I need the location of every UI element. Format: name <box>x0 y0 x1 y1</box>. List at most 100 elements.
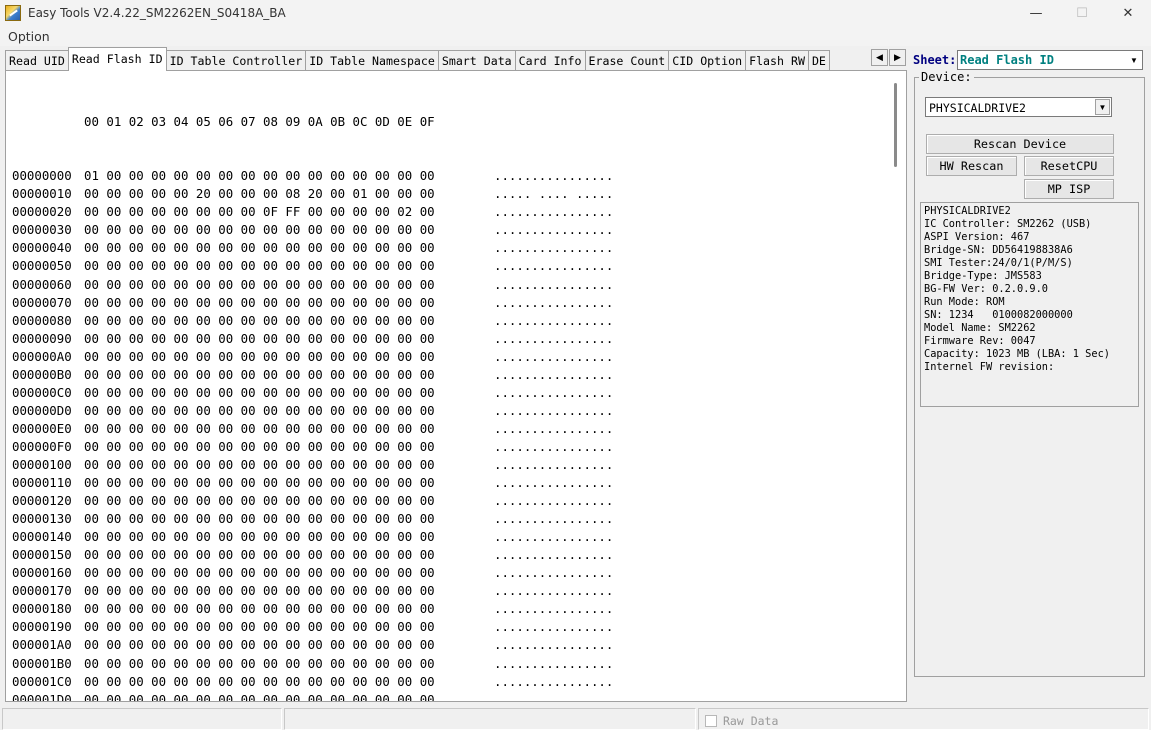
hex-bytes: 00 00 00 00 00 00 00 00 00 00 00 00 00 0… <box>84 438 435 454</box>
close-button[interactable]: ✕ <box>1105 0 1151 26</box>
hex-bytes: 00 00 00 00 00 20 00 00 00 08 20 00 01 0… <box>84 186 435 202</box>
hex-ascii: ................ <box>494 294 614 310</box>
hex-bytes: 00 00 00 00 00 00 00 00 00 00 00 00 00 0… <box>84 420 435 436</box>
hex-bytes: 00 00 00 00 00 00 00 00 00 00 00 00 00 0… <box>84 493 435 509</box>
hex-bytes: 00 00 00 00 00 00 00 00 00 00 00 00 00 0… <box>84 691 435 702</box>
device-info-line: Bridge-SN: DD564198838A6 <box>924 244 1073 256</box>
hex-offset: 00000170 <box>12 583 72 599</box>
reset-cpu-button[interactable]: ResetCPU <box>1024 156 1114 176</box>
device-select[interactable]: PHYSICALDRIVE2 ▼ <box>925 97 1112 117</box>
hex-bytes: 00 00 00 00 00 00 00 00 00 00 00 00 00 0… <box>84 240 435 256</box>
hex-row: 00000050 00 00 00 00 00 00 00 00 00 00 00… <box>12 257 886 275</box>
hex-bytes: 00 00 00 00 00 00 00 00 00 00 00 00 00 0… <box>84 294 435 310</box>
hex-offset: 000000D0 <box>12 402 72 418</box>
hex-offset: 000000F0 <box>12 438 72 454</box>
hex-row: 000000A0 00 00 00 00 00 00 00 00 00 00 00… <box>12 348 886 366</box>
hex-view[interactable]: 00 01 02 03 04 05 06 07 08 09 0A 0B 0C 0… <box>6 71 886 701</box>
sheet-select[interactable]: Read Flash ID ▼ <box>957 50 1143 70</box>
device-legend: Device: <box>919 70 974 84</box>
raw-data-label: Raw Data <box>723 714 779 728</box>
mp-isp-button[interactable]: MP ISP <box>1024 179 1114 199</box>
hex-ascii: ................ <box>494 276 614 292</box>
device-info-line: BG-FW Ver: 0.2.0.9.0 <box>924 283 1048 295</box>
hex-offset: 00000130 <box>12 511 72 527</box>
hex-ascii: ................ <box>494 222 614 238</box>
hex-bytes: 00 00 00 00 00 00 00 00 00 00 00 00 00 0… <box>84 511 435 527</box>
device-info-box: PHYSICALDRIVE2 IC Controller: SM2262 (USB… <box>920 202 1139 407</box>
device-info-line: PHYSICALDRIVE2 <box>924 205 1011 217</box>
hex-row: 000000C0 00 00 00 00 00 00 00 00 00 00 00… <box>12 384 886 402</box>
hex-ascii: ................ <box>494 529 614 545</box>
device-info-line: Run Mode: ROM <box>924 296 1005 308</box>
hex-offset: 00000150 <box>12 547 72 563</box>
raw-data-checkbox[interactable] <box>705 715 717 727</box>
device-info-line: SN: 1234 0100082000000 <box>924 309 1073 321</box>
tab-read-uid[interactable]: Read UID <box>5 50 69 71</box>
hex-row: 00000040 00 00 00 00 00 00 00 00 00 00 00… <box>12 239 886 257</box>
hex-panel: 00 01 02 03 04 05 06 07 08 09 0A 0B 0C 0… <box>5 70 907 702</box>
status-bar: Raw Data <box>0 704 1151 730</box>
device-info-line: Firmware Rev: 0047 <box>924 335 1036 347</box>
hex-row: 00000030 00 00 00 00 00 00 00 00 00 00 00… <box>12 221 886 239</box>
hex-row: 000001C0 00 00 00 00 00 00 00 00 00 00 00… <box>12 673 886 691</box>
tab-erase-count[interactable]: Erase Count <box>584 50 670 71</box>
hex-column-header: 00 01 02 03 04 05 06 07 08 09 0A 0B 0C 0… <box>84 114 435 130</box>
hex-ascii: ................ <box>494 475 614 491</box>
hex-row: 00000000 01 00 00 00 00 00 00 00 00 00 00… <box>12 167 886 185</box>
status-pane-1 <box>2 708 282 730</box>
hex-ascii: ................ <box>494 673 614 689</box>
maximize-button[interactable]: ☐ <box>1059 0 1105 26</box>
hex-offset: 00000120 <box>12 493 72 509</box>
hex-row: 000001A0 00 00 00 00 00 00 00 00 00 00 00… <box>12 636 886 654</box>
tab-read-flash-id[interactable]: Read Flash ID <box>67 47 167 71</box>
rescan-device-button[interactable]: Rescan Device <box>926 134 1114 154</box>
tab-id-table-namespace[interactable]: ID Table Namespace <box>305 50 439 71</box>
chevron-down-icon[interactable]: ▼ <box>1095 99 1110 115</box>
hex-row: 00000010 00 00 00 00 00 20 00 00 00 08 20… <box>12 185 886 203</box>
hex-row: 00000100 00 00 00 00 00 00 00 00 00 00 00… <box>12 456 886 474</box>
tab-scroll-right-button[interactable]: ▶ <box>889 49 906 66</box>
hex-row: 000000E0 00 00 00 00 00 00 00 00 00 00 00… <box>12 420 886 438</box>
hex-bytes: 00 00 00 00 00 00 00 00 00 00 00 00 00 0… <box>84 258 435 274</box>
vertical-scrollbar[interactable] <box>886 71 906 701</box>
hex-row: 00000070 00 00 00 00 00 00 00 00 00 00 00… <box>12 294 886 312</box>
tab-cid-option[interactable]: CID Option <box>668 50 747 71</box>
menu-option[interactable]: Option <box>0 29 58 44</box>
menu-bar: Option <box>0 26 1151 46</box>
hex-bytes: 00 00 00 00 00 00 00 00 00 00 00 00 00 0… <box>84 348 435 364</box>
scrollbar-thumb[interactable] <box>894 83 897 167</box>
hex-bytes: 00 00 00 00 00 00 00 00 00 00 00 00 00 0… <box>84 366 435 382</box>
device-info-line: SMI Tester:24/0/1(P/M/S) <box>924 257 1073 269</box>
hex-row: 000000D0 00 00 00 00 00 00 00 00 00 00 00… <box>12 402 886 420</box>
hex-offset: 00000160 <box>12 565 72 581</box>
tab-flash-rw[interactable]: Flash RW <box>745 50 809 71</box>
minimize-button[interactable]: — <box>1013 0 1059 26</box>
app-icon <box>5 5 21 21</box>
hex-bytes: 00 00 00 00 00 00 00 00 00 00 00 00 00 0… <box>84 330 435 346</box>
tab-id-table-controller[interactable]: ID Table Controller <box>165 50 307 71</box>
status-pane-2 <box>284 708 696 730</box>
hex-row: 000000B0 00 00 00 00 00 00 00 00 00 00 00… <box>12 366 886 384</box>
hex-offset: 00000020 <box>12 204 72 220</box>
hw-rescan-button[interactable]: HW Rescan <box>926 156 1017 176</box>
hex-row: 00000150 00 00 00 00 00 00 00 00 00 00 00… <box>12 546 886 564</box>
hex-ascii: ................ <box>494 493 614 509</box>
hex-row: 00000120 00 00 00 00 00 00 00 00 00 00 00… <box>12 492 886 510</box>
hex-ascii: ................ <box>494 601 614 617</box>
title-bar: Easy Tools V2.4.22_SM2262EN_S0418A_BA — … <box>0 0 1151 26</box>
tab-scroll-left-button[interactable]: ◀ <box>871 49 888 66</box>
tab-smart-data[interactable]: Smart Data <box>437 50 516 71</box>
hex-bytes: 00 00 00 00 00 00 00 00 00 00 00 00 00 0… <box>84 619 435 635</box>
hex-ascii: ................ <box>494 402 614 418</box>
hex-row: 000000F0 00 00 00 00 00 00 00 00 00 00 00… <box>12 438 886 456</box>
hex-ascii: ................ <box>494 565 614 581</box>
hex-ascii: ................ <box>494 637 614 653</box>
hex-ascii: ................ <box>494 456 614 472</box>
tab-de[interactable]: DE <box>807 50 830 71</box>
chevron-down-icon[interactable]: ▼ <box>1126 51 1142 69</box>
device-info-line: Model Name: SM2262 <box>924 322 1036 334</box>
hex-ascii: ................ <box>494 366 614 382</box>
hex-bytes: 00 00 00 00 00 00 00 00 00 00 00 00 00 0… <box>84 529 435 545</box>
sheet-label: Sheet: <box>913 53 957 67</box>
tab-card-info[interactable]: Card Info <box>514 50 586 71</box>
